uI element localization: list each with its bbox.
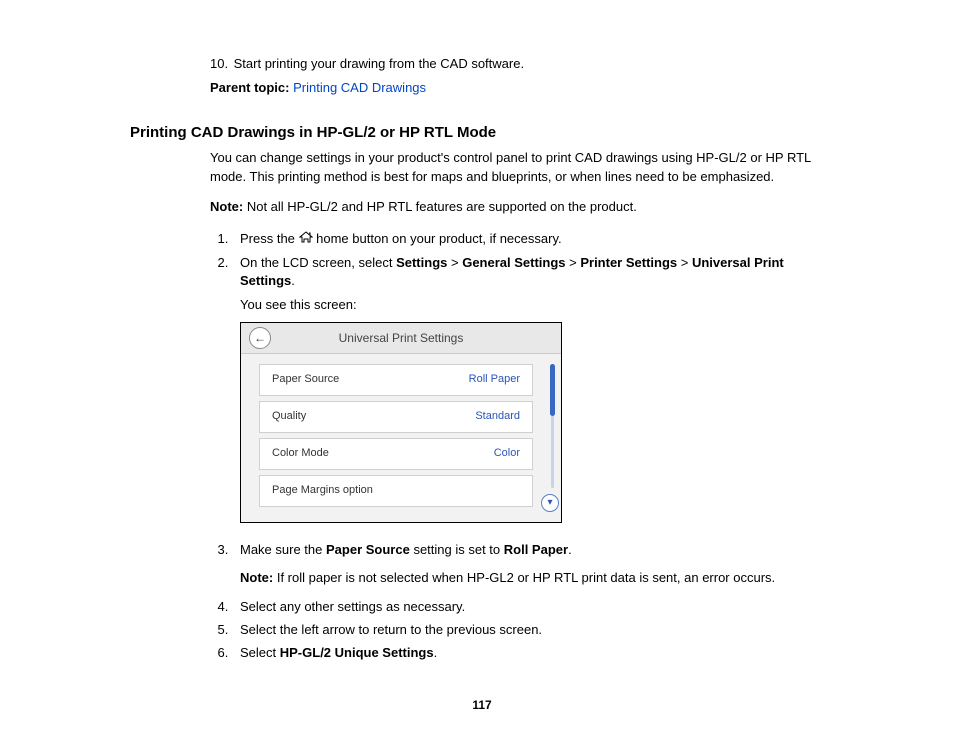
step3-t2: setting is set to: [410, 542, 504, 557]
step3-note-label: Note:: [240, 570, 273, 585]
step2-settings: Settings: [396, 255, 447, 270]
page-number: 117: [130, 697, 834, 714]
step3-b2: Roll Paper: [504, 542, 568, 557]
scroll-thumb[interactable]: [550, 364, 555, 416]
row-value: Color: [494, 446, 520, 461]
step2-pre: On the LCD screen, select: [240, 255, 396, 270]
step3-b1: Paper Source: [326, 542, 410, 557]
scroll-down-icon[interactable]: ▾: [541, 494, 559, 512]
step2-printer: Printer Settings: [580, 255, 677, 270]
step-4: Select any other settings as necessary.: [232, 598, 834, 616]
step3-note: Note: If roll paper is not selected when…: [240, 569, 834, 587]
previous-step-10: 10. Start printing your drawing from the…: [210, 55, 834, 73]
settings-rows: Paper Source Roll Paper Quality Standard…: [241, 364, 543, 512]
step-3: Make sure the Paper Source setting is se…: [232, 541, 834, 587]
step-text: Start printing your drawing from the CAD…: [234, 56, 524, 71]
step2-sep3: >: [677, 255, 692, 270]
row-label: Paper Source: [272, 372, 339, 387]
step3-t1: Make sure the: [240, 542, 326, 557]
panel-header: ← Universal Print Settings: [241, 323, 561, 354]
row-paper-source[interactable]: Paper Source Roll Paper: [259, 364, 533, 396]
step2-sep1: >: [447, 255, 462, 270]
step1-pre: Press the: [240, 231, 299, 246]
parent-topic-label: Parent topic:: [210, 80, 289, 95]
note-block: Note: Not all HP-GL/2 and HP RTL feature…: [210, 198, 834, 216]
step2-sep2: >: [566, 255, 581, 270]
row-label: Color Mode: [272, 446, 329, 461]
parent-topic-link[interactable]: Printing CAD Drawings: [293, 80, 426, 95]
steps-list: Press the home button on your product, i…: [210, 230, 834, 662]
step1-post: home button on your product, if necessar…: [313, 231, 562, 246]
note-text: Not all HP-GL/2 and HP RTL features are …: [243, 199, 637, 214]
step2-general: General Settings: [462, 255, 565, 270]
lcd-screenshot: ← Universal Print Settings Paper Source …: [240, 322, 562, 523]
row-value: Standard: [475, 409, 520, 424]
step3-t3: .: [568, 542, 572, 557]
section-heading: Printing CAD Drawings in HP-GL/2 or HP R…: [130, 122, 834, 143]
back-arrow-icon[interactable]: ←: [249, 327, 271, 349]
step-number: 10.: [210, 55, 230, 73]
panel-body: Paper Source Roll Paper Quality Standard…: [241, 354, 561, 522]
row-value: Roll Paper: [469, 372, 520, 387]
row-label: Page Margins option: [272, 483, 373, 498]
step3-note-text: If roll paper is not selected when HP-GL…: [273, 570, 775, 585]
intro-paragraph: You can change settings in your product'…: [210, 149, 834, 185]
step-2: On the LCD screen, select Settings > Gen…: [232, 254, 834, 524]
scrollbar[interactable]: ▾: [543, 364, 561, 512]
note-label: Note:: [210, 199, 243, 214]
parent-topic: Parent topic: Printing CAD Drawings: [210, 79, 834, 97]
panel-title: Universal Print Settings: [241, 330, 561, 347]
step6-b1: HP-GL/2 Unique Settings: [280, 645, 434, 660]
step-1: Press the home button on your product, i…: [232, 230, 834, 249]
step-6: Select HP-GL/2 Unique Settings.: [232, 644, 834, 662]
step2-end: .: [291, 273, 295, 288]
row-quality[interactable]: Quality Standard: [259, 401, 533, 433]
step2-subtext: You see this screen:: [240, 296, 834, 314]
step6-t1: Select: [240, 645, 280, 660]
row-page-margins[interactable]: Page Margins option: [259, 475, 533, 507]
row-color-mode[interactable]: Color Mode Color: [259, 438, 533, 470]
step-5: Select the left arrow to return to the p…: [232, 621, 834, 639]
step6-t2: .: [434, 645, 438, 660]
row-label: Quality: [272, 409, 306, 424]
home-icon: [299, 230, 313, 248]
